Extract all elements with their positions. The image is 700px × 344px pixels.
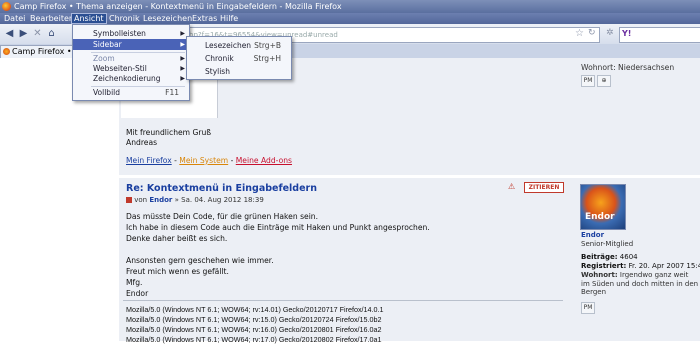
forum-post: Re: Kontextmenü in Eingabefeldern von En…	[119, 178, 700, 341]
ua-line: Mozilla/5.0 (Windows NT 6.1; WOW64; rv:1…	[126, 335, 382, 344]
menu-item-lesezeichen[interactable]: LesezeichenStrg+B	[187, 40, 291, 51]
reload-icon[interactable]: ↻	[588, 28, 596, 38]
tab-favicon-icon	[3, 48, 10, 55]
menu-bar: Datei Bearbeiten Ansicht Chronik Lesezei…	[0, 13, 700, 24]
post-line: Das müsste Dein Code, für die grünen Hak…	[126, 212, 318, 221]
previous-post-location: Wohnort: Niedersachsen	[581, 63, 674, 72]
bookmark-star-icon[interactable]: ☆	[575, 28, 584, 39]
quote-button[interactable]: ZITIEREN	[524, 182, 564, 193]
menu-chronik[interactable]: Chronik	[107, 13, 142, 24]
title-bar: Camp Firefox • Thema anzeigen - Kontextm…	[0, 0, 700, 13]
back-icon[interactable]: ◀	[4, 28, 15, 39]
post-line: Denke daher beißt es sich.	[126, 234, 227, 243]
menu-item-chronik[interactable]: ChronikStrg+H	[187, 53, 291, 64]
window-title: Camp Firefox • Thema anzeigen - Kontextm…	[14, 0, 342, 13]
profile-posts: Beiträge: 4604	[581, 253, 638, 261]
search-input[interactable]: Y!	[619, 27, 700, 43]
post-line: Mfg.	[126, 278, 142, 287]
post-line: Freut mich wenn es gefällt.	[126, 267, 229, 276]
profile-name[interactable]: Endor	[581, 231, 604, 239]
tab-camp-firefox[interactable]: Camp Firefox • Th	[0, 45, 83, 58]
menu-datei[interactable]: Datei	[2, 13, 27, 24]
pm-button[interactable]: PM	[581, 302, 595, 314]
post-meta: von Endor » Sa. 04. Aug 2012 18:39	[126, 196, 264, 204]
post-line: Ich habe in diesem Code auch die Einträg…	[126, 223, 430, 232]
settings-gear-icon[interactable]: ✲	[606, 28, 614, 38]
link-mein-system[interactable]: Mein System	[179, 156, 228, 165]
registered-value: Fr. 20. Apr 2007 15:41	[629, 262, 700, 270]
report-icon[interactable]: ⚠	[508, 182, 515, 191]
ua-line: Mozilla/5.0 (Windows NT 6.1; WOW64; rv:1…	[126, 315, 382, 324]
submenu-arrow-icon: ▶	[180, 28, 185, 39]
profile-location: Wohnort: Irgendwo ganz weit im Süden und…	[581, 271, 699, 297]
ua-line: Mozilla/5.0 (Windows NT 6.1; WOW64; rv:1…	[126, 325, 382, 334]
submenu-arrow-icon: ▶	[180, 73, 185, 84]
menu-item-stylish[interactable]: Stylish	[187, 66, 291, 77]
menu-item-sidebar[interactable]: Sidebar▶	[73, 39, 189, 50]
post-date: » Sa. 04. Aug 2012 18:39	[175, 196, 264, 204]
home-icon[interactable]: ⌂	[46, 28, 57, 39]
post-meta-prefix: von	[134, 196, 147, 204]
sig-sep: -	[228, 156, 236, 165]
menu-item-zeichenkodierung[interactable]: Zeichenkodierung▶	[73, 73, 189, 84]
menu-bearbeiten[interactable]: Bearbeiten	[28, 13, 76, 24]
ua-line: Mozilla/5.0 (Windows NT 6.1; WOW64; rv:1…	[126, 305, 384, 314]
avatar: Endor	[580, 184, 626, 230]
posts-value: 4604	[620, 253, 638, 261]
yahoo-icon: Y!	[622, 29, 631, 38]
menu-extras[interactable]: Extras	[190, 13, 219, 24]
submenu-arrow-icon: ▶	[180, 39, 185, 50]
link-mein-firefox[interactable]: Mein Firefox	[126, 156, 172, 165]
signature-name: Andreas	[126, 138, 157, 147]
registered-label: Registriert:	[581, 262, 626, 270]
post-title[interactable]: Re: Kontextmenü in Eingabefeldern	[126, 183, 317, 194]
avatar-text: Endor	[585, 212, 615, 222]
firefox-logo-icon	[2, 2, 11, 11]
menu-ansicht[interactable]: Ansicht	[71, 13, 107, 24]
forward-icon[interactable]: ▶	[18, 28, 29, 39]
post-icon	[126, 197, 132, 203]
greeting-text: Mit freundlichem Gruß	[126, 128, 211, 137]
location-label: Wohnort:	[581, 271, 618, 279]
stop-icon[interactable]: ✕	[32, 28, 43, 39]
menu-item-symbolleisten[interactable]: Symbolleisten▶	[73, 28, 189, 39]
menu-lesezeichen[interactable]: Lesezeichen	[141, 13, 194, 24]
menu-item-vollbild[interactable]: VollbildF11	[73, 87, 189, 98]
link-meine-addons[interactable]: Meine Add-ons	[236, 156, 292, 165]
post-line: Ansonsten gern geschehen wie immer.	[126, 256, 274, 265]
menu-hilfe[interactable]: Hilfe	[218, 13, 240, 24]
signature-links: Mein Firefox - Mein System - Meine Add-o…	[126, 156, 292, 165]
post-author[interactable]: Endor	[149, 196, 172, 204]
profile-rank: Senior-Mitglied	[581, 240, 633, 248]
signature-divider	[123, 300, 563, 301]
sidebar-submenu: LesezeichenStrg+B ChronikStrg+H Stylish	[186, 36, 292, 80]
pm-button[interactable]: PM	[581, 75, 595, 87]
website-button[interactable]: ⊕	[597, 75, 611, 87]
ansicht-dropdown-menu: Symbolleisten▶ Sidebar▶ Zoom▶ Webseiten-…	[72, 24, 190, 101]
post-line: Endor	[126, 289, 148, 298]
profile-registered: Registriert: Fr. 20. Apr 2007 15:41	[581, 262, 700, 270]
posts-label: Beiträge:	[581, 253, 618, 261]
